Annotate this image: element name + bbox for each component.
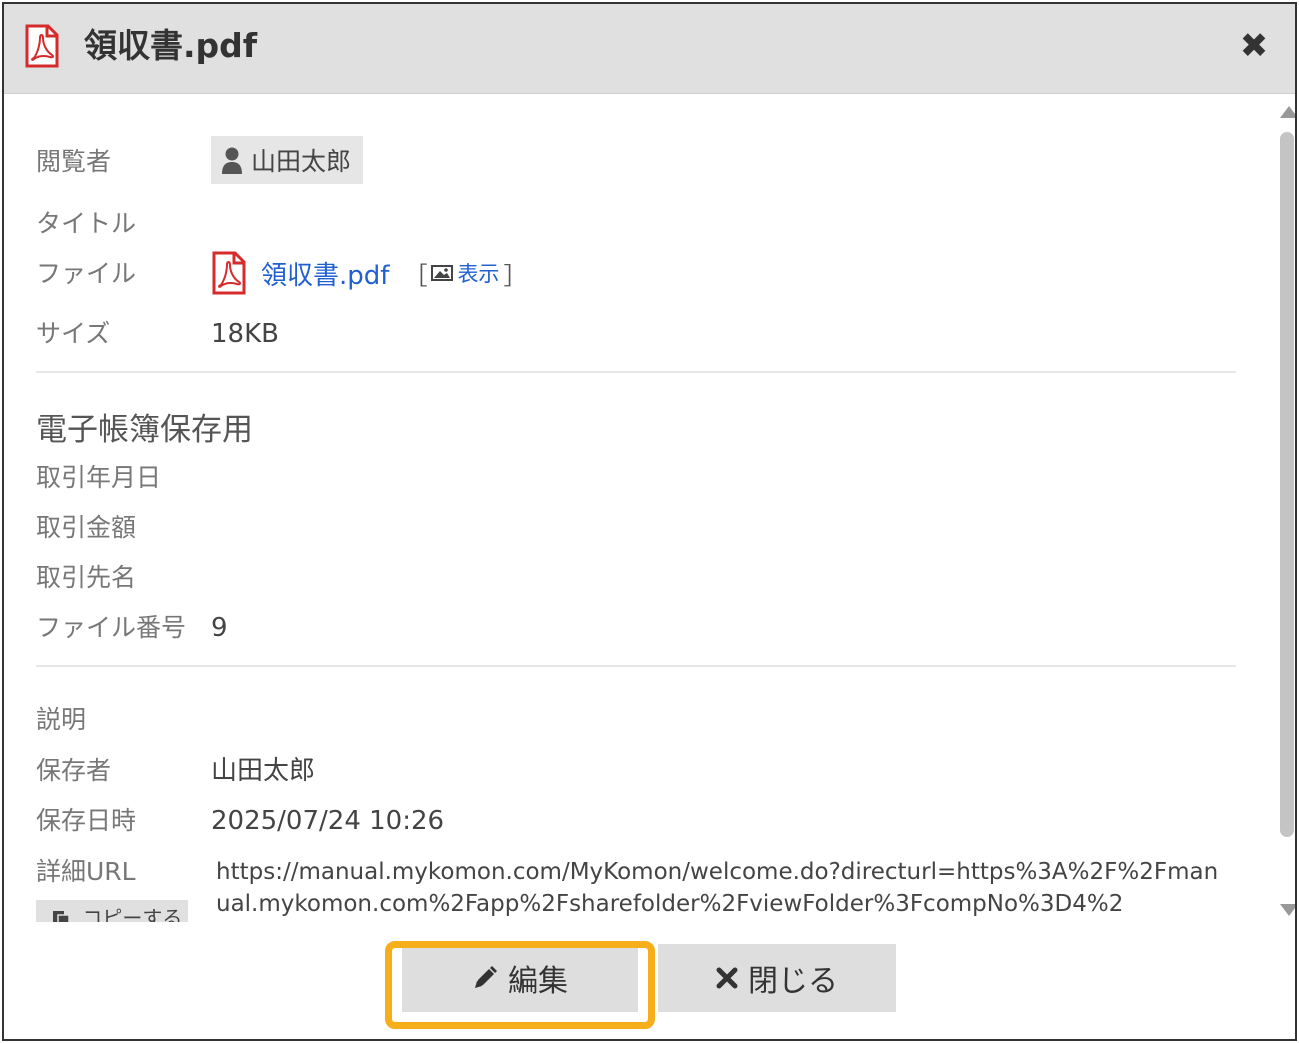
- image-icon: [431, 265, 454, 281]
- file-no-value: 9: [211, 613, 228, 643]
- saver-value: 山田太郎: [211, 756, 316, 786]
- description-row: 説明: [36, 700, 1236, 740]
- saver-row: 保存者 山田太郎: [36, 751, 1236, 791]
- view-wrap: ［ 表示 ］: [403, 256, 527, 291]
- bracket-open: ［: [403, 261, 428, 290]
- file-label: ファイル: [36, 259, 137, 288]
- file-no-label: ファイル番号: [36, 613, 187, 642]
- file-row: ファイル 領収書.pdf ［ 表示 ］: [36, 251, 1236, 295]
- size-row: サイズ 18KB: [36, 314, 1236, 354]
- amount-label: 取引金額: [36, 513, 137, 542]
- saved-at-row: 保存日時 2025/07/24 10:26: [36, 801, 1236, 841]
- section-title: 電子帳簿保存用: [36, 412, 253, 448]
- view-label: 表示: [457, 262, 500, 286]
- pdf-icon: [212, 251, 246, 295]
- copy-icon: [53, 911, 70, 922]
- title-row: タイトル: [36, 204, 1236, 244]
- viewer-name: 山田太郎: [251, 147, 352, 176]
- description-label: 説明: [36, 705, 87, 734]
- saved-at-label: 保存日時: [36, 806, 137, 835]
- url-label: 詳細URL: [36, 857, 136, 886]
- saved-at-value: 2025/07/24 10:26: [211, 806, 445, 836]
- file-value: 領収書.pdf ［ 表示 ］: [211, 248, 527, 298]
- dialog-titlebar: 領収書.pdf ✖: [4, 4, 1295, 94]
- close-icon[interactable]: ✖: [1236, 26, 1272, 66]
- file-no-row: ファイル番号 9: [36, 608, 1236, 648]
- scroll-up-icon[interactable]: [1280, 106, 1295, 118]
- saver-label: 保存者: [36, 756, 112, 785]
- file-detail-dialog: 領収書.pdf ✖ 閲覧者 山田太郎 タイトル ファイル 領収書.pdf ［ 表…: [2, 2, 1297, 1041]
- file-link[interactable]: 領収書.pdf: [261, 255, 389, 292]
- date-row: 取引年月日: [36, 458, 1236, 498]
- close-label: 閉じる: [748, 964, 838, 999]
- scrollbar[interactable]: [1276, 100, 1295, 922]
- date-label: 取引年月日: [36, 463, 162, 492]
- user-icon: [222, 147, 242, 174]
- pencil-icon: [475, 966, 497, 988]
- viewer-chip: 山田太郎: [211, 136, 364, 184]
- partner-row: 取引先名: [36, 558, 1236, 598]
- title-label: タイトル: [36, 209, 137, 238]
- copy-button[interactable]: コピーする: [36, 900, 188, 922]
- dialog-content: 閲覧者 山田太郎 タイトル ファイル 領収書.pdf ［ 表示 ］ サイズ 18…: [4, 96, 1274, 922]
- viewer-row: 閲覧者 山田太郎: [36, 136, 1236, 184]
- copy-label: コピーする: [82, 906, 183, 922]
- bracket-close: ］: [503, 261, 528, 290]
- divider: [36, 665, 1236, 667]
- size-value: 18KB: [211, 319, 279, 349]
- divider: [36, 371, 1236, 373]
- size-label: サイズ: [36, 319, 111, 348]
- partner-label: 取引先名: [36, 563, 137, 592]
- scroll-thumb[interactable]: [1280, 132, 1294, 837]
- url-value: https://manual.mykomon.com/MyKomon/welco…: [216, 859, 1219, 917]
- edit-label: 編集: [508, 964, 568, 999]
- close-icon: [716, 967, 738, 989]
- dialog-footer: 編集 閉じる: [4, 922, 1295, 1039]
- amount-row: 取引金額: [36, 508, 1236, 548]
- dialog-title: 領収書.pdf: [84, 26, 258, 65]
- view-button[interactable]: 表示: [431, 258, 499, 288]
- viewer-label: 閲覧者: [36, 147, 112, 176]
- edit-button[interactable]: 編集: [402, 944, 638, 1012]
- scroll-down-icon[interactable]: [1280, 904, 1295, 916]
- close-button[interactable]: 閉じる: [658, 944, 896, 1012]
- pdf-icon: [25, 24, 59, 68]
